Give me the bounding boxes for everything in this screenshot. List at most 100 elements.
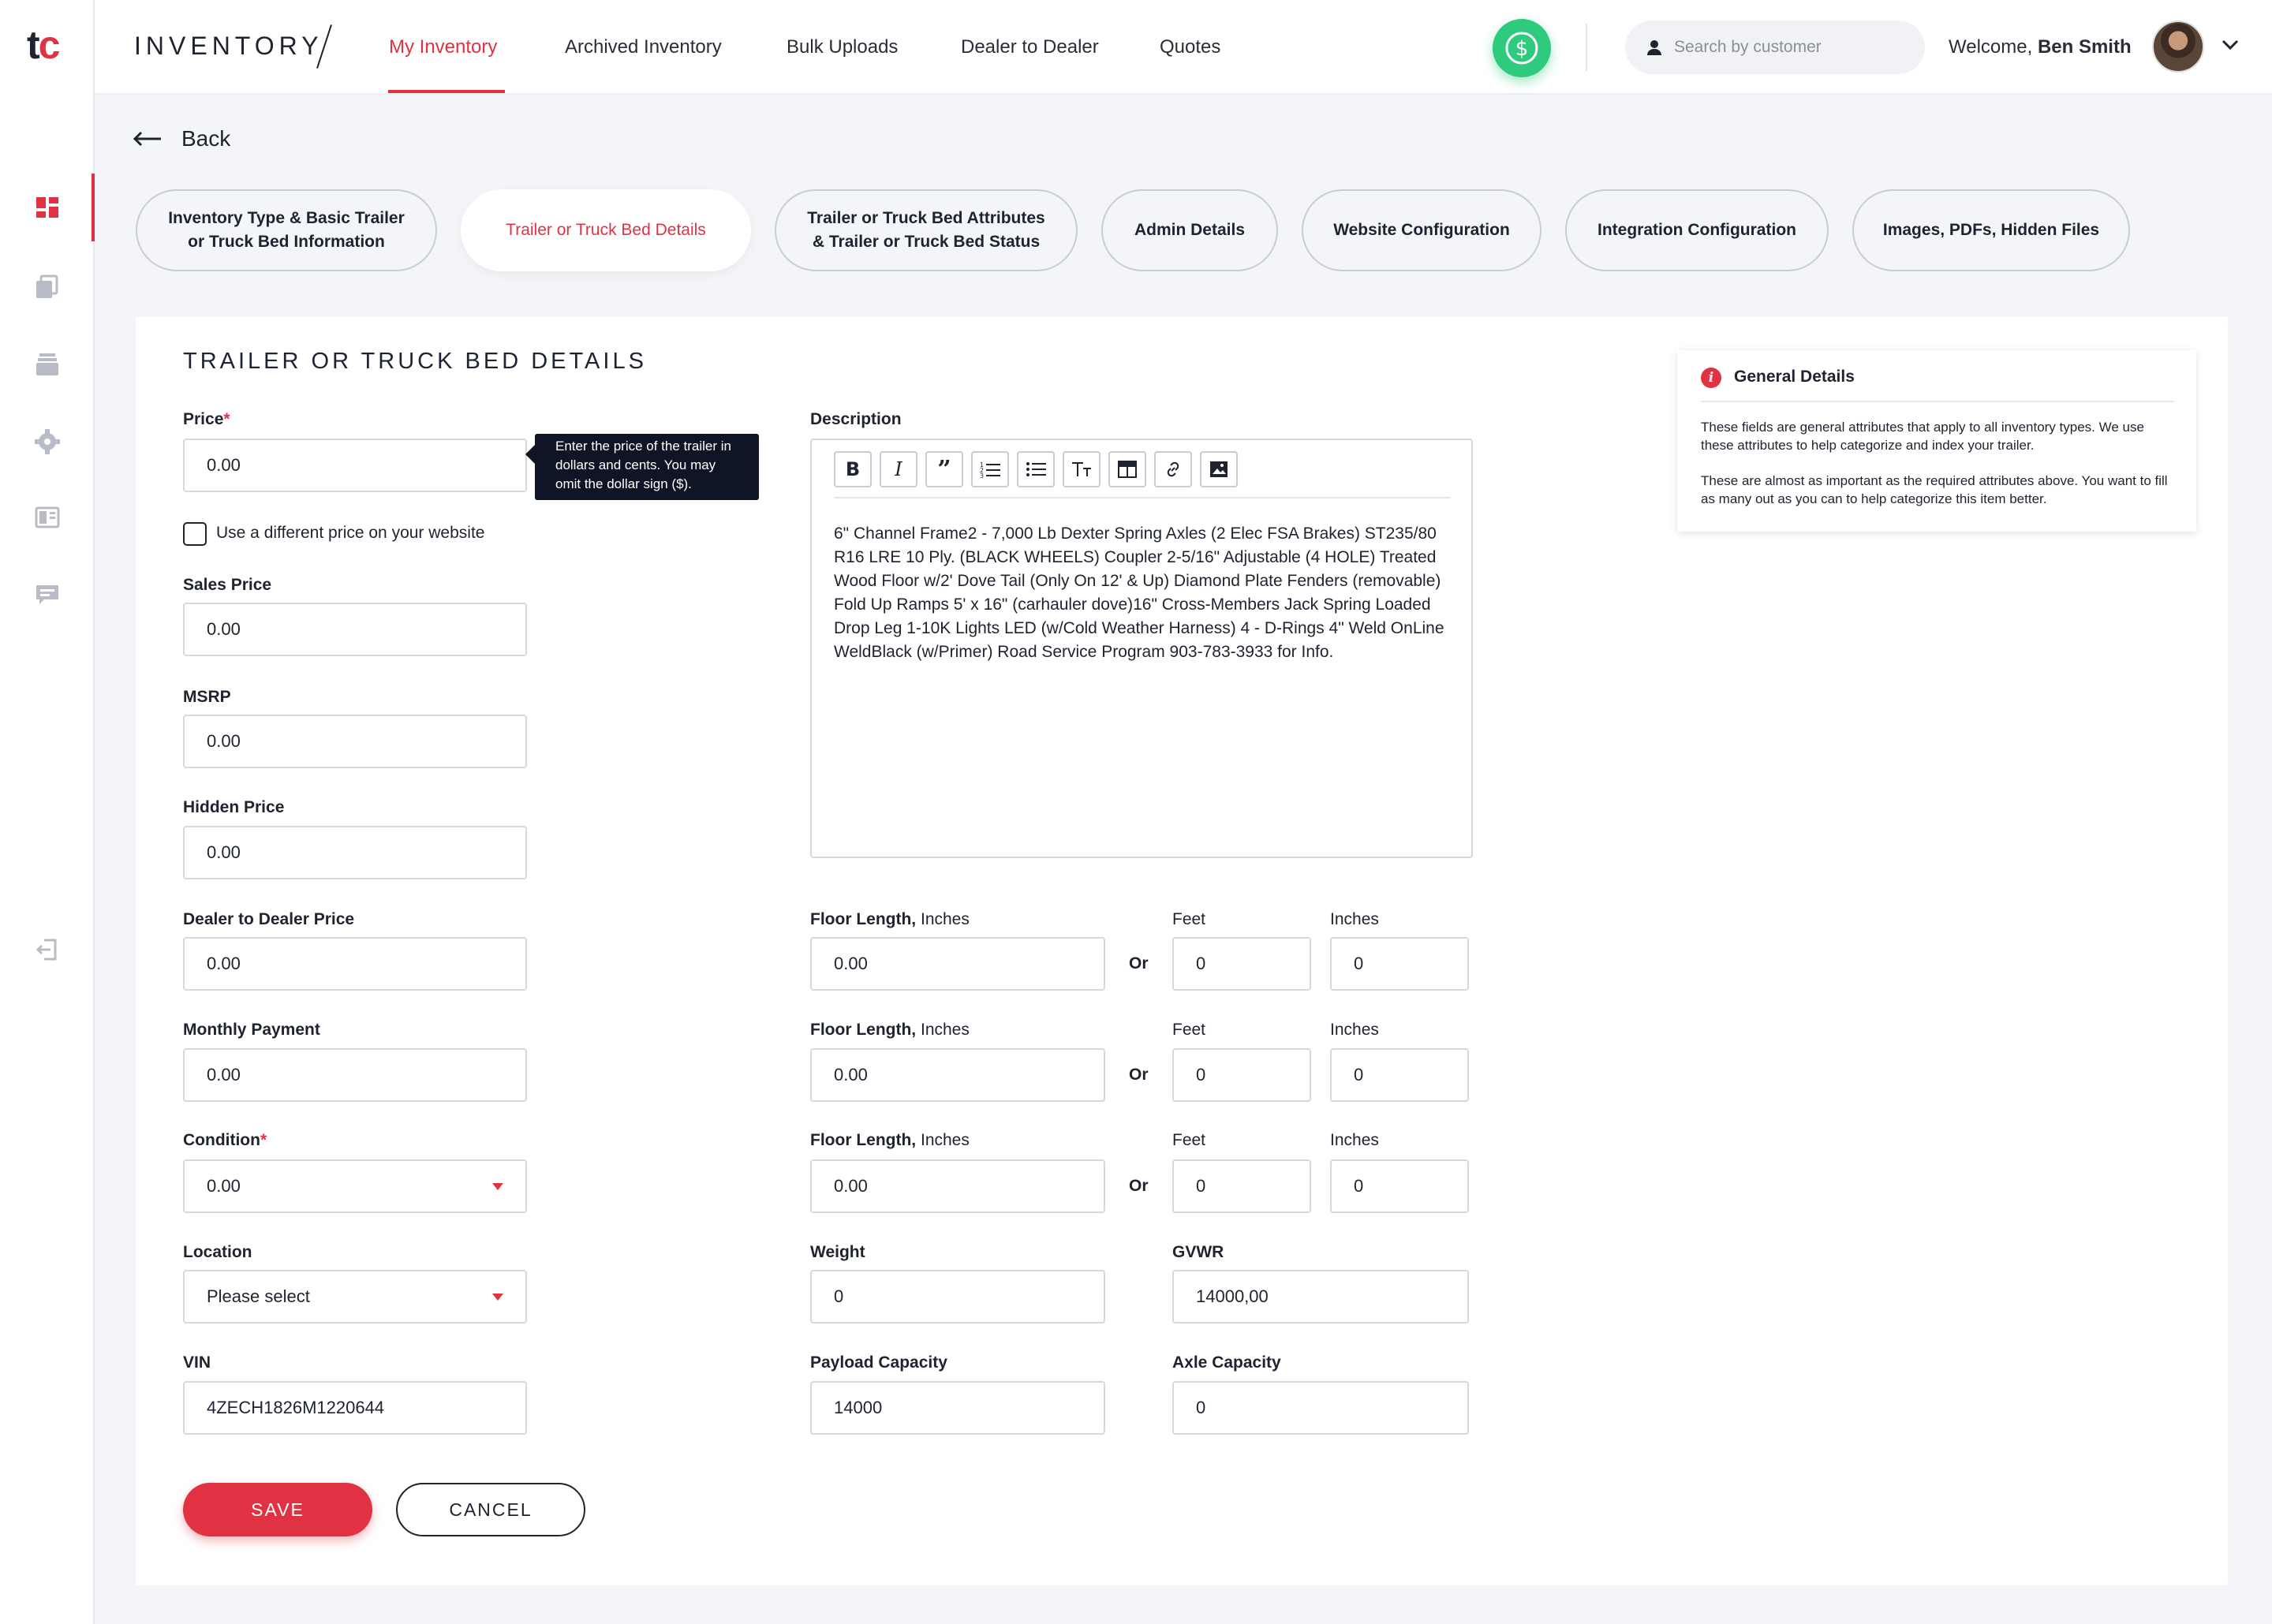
floor-length-inches-input[interactable]: 0.00 [810,1048,1105,1102]
different-price-checkbox[interactable] [183,522,207,546]
nav-quotes[interactable]: Quotes [1160,36,1220,58]
search-box[interactable] [1625,21,1925,74]
msrp-input[interactable]: 0.00 [183,715,527,768]
or-label: Or [1129,1177,1149,1195]
sales-price-input[interactable]: 0.00 [183,603,527,656]
search-input[interactable] [1674,38,1911,57]
feet-input[interactable]: 0 [1172,1048,1311,1102]
section-title: TRAILER OR TRUCK BED DETAILS [183,349,647,374]
condition-select[interactable]: 0.00 [183,1159,527,1213]
image-icon[interactable] [1200,451,1238,487]
inches-label: Inches [1330,1021,1379,1039]
inches-label: Inches [1330,910,1379,928]
payload-label: Payload Capacity [810,1353,947,1372]
or-label: Or [1129,1066,1149,1084]
user-name: Ben Smith [2037,36,2132,58]
dollar-button[interactable]: $ [1493,19,1551,77]
location-select[interactable]: Please select [183,1270,527,1323]
inches-input[interactable]: 0 [1330,1048,1469,1102]
nav-my-inventory[interactable]: My Inventory [389,36,497,58]
quote-icon[interactable]: ” [925,451,963,487]
msrp-label: MSRP [183,688,231,706]
inventory-copy-icon[interactable] [33,273,62,301]
avatar[interactable] [2152,21,2204,73]
dashboard-icon[interactable] [33,192,62,221]
nav-bulk-uploads[interactable]: Bulk Uploads [787,36,898,58]
payload-input[interactable]: 14000 [810,1381,1105,1435]
description-text[interactable]: 6" Channel Frame2 - 7,000 Lb Dexter Spri… [834,522,1452,664]
gvwr-input[interactable]: 14000,00 [1172,1270,1469,1323]
nav-active-underline [388,90,505,93]
floor-length-label: Floor Length, Inches [810,1021,970,1039]
dropdown-arrow-icon [492,1294,503,1301]
feet-label: Feet [1172,910,1206,928]
save-button[interactable]: SAVE [183,1483,372,1536]
monthly-payment-input[interactable]: 0.00 [183,1048,527,1102]
logo[interactable]: tc [27,22,60,68]
price-label: Price* [183,410,230,428]
general-details-title: General Details [1734,368,1855,386]
monthly-payment-label: Monthly Payment [183,1021,320,1039]
table-icon[interactable] [1108,451,1146,487]
info-icon: i [1701,368,1721,388]
chat-icon[interactable] [33,581,62,609]
italic-icon[interactable]: I [880,451,917,487]
tab-admin-details[interactable]: Admin Details [1101,189,1278,271]
bullet-list-icon[interactable] [1017,451,1055,487]
sales-price-label: Sales Price [183,576,272,594]
tab-website-configuration[interactable]: Website Configuration [1302,189,1541,271]
info-paragraph-2: These are almost as important as the req… [1701,473,2168,506]
different-price-label: Use a different price on your website [216,524,485,542]
svg-text:3: 3 [980,472,984,478]
vin-input[interactable]: 4ZECH1826M1220644 [183,1381,527,1435]
dollar-icon: $ [1505,32,1538,65]
text-size-icon[interactable] [1063,451,1100,487]
ordered-list-icon[interactable]: 123 [971,451,1009,487]
price-tooltip: Enter the price of the trailer in dollar… [525,434,759,500]
tab-trailer-attributes[interactable]: Trailer or Truck Bed Attributes & Trailer… [775,189,1078,271]
hidden-price-input[interactable]: 0.00 [183,826,527,879]
back-button[interactable]: Back [133,126,230,151]
feet-input[interactable]: 0 [1172,937,1311,991]
tab-integration-configuration[interactable]: Integration Configuration [1565,189,1829,271]
logout-icon[interactable] [33,935,62,964]
weight-input[interactable]: 0 [810,1270,1105,1323]
tab-inventory-type[interactable]: Inventory Type & Basic Trailer or Truck B… [136,189,437,271]
tab-images-pdfs[interactable]: Images, PDFs, Hidden Files [1852,189,2130,271]
floor-length-inches-input[interactable]: 0.00 [810,937,1105,991]
catalog-icon[interactable] [33,503,62,532]
or-label: Or [1129,954,1149,973]
description-editor[interactable]: B I ” 123 6" Channel Frame2 - 7,000 Lb D… [810,439,1473,858]
gear-icon[interactable] [33,427,62,456]
top-bar: INVENTORY My Inventory Archived Inventor… [95,0,2272,95]
general-details-header: i General Details [1701,368,2174,402]
nav-archived-inventory[interactable]: Archived Inventory [565,36,722,58]
welcome-text: Welcome, Ben Smith [1949,36,2132,58]
axle-capacity-input[interactable]: 0 [1172,1381,1469,1435]
tab-trailer-details[interactable]: Trailer or Truck Bed Details [461,189,751,271]
gvwr-label: GVWR [1172,1243,1224,1261]
location-label: Location [183,1243,252,1261]
dealer-price-label: Dealer to Dealer Price [183,910,355,928]
feet-input[interactable]: 0 [1172,1159,1311,1213]
info-paragraph-1: These fields are general attributes that… [1701,420,2144,453]
price-input[interactable]: 0.00 [183,439,527,492]
top-divider [1586,24,1587,71]
feet-label: Feet [1172,1131,1206,1149]
editor-toolbar: B I ” 123 [834,451,1451,498]
chevron-down-icon[interactable] [2220,35,2240,55]
inches-input[interactable]: 0 [1330,937,1469,991]
condition-label: Condition* [183,1131,267,1149]
sidebar-active-indicator [92,174,95,241]
general-details-panel: i General Details These fields are gener… [1677,350,2196,532]
cancel-button[interactable]: CANCEL [396,1483,585,1536]
link-icon[interactable] [1154,451,1192,487]
floor-length-inches-input[interactable]: 0.00 [810,1159,1105,1213]
inches-input[interactable]: 0 [1330,1159,1469,1213]
axle-capacity-label: Axle Capacity [1172,1353,1281,1372]
bold-icon[interactable]: B [834,451,872,487]
archive-icon[interactable] [33,350,62,379]
dealer-price-input[interactable]: 0.00 [183,937,527,991]
nav-dealer-to-dealer[interactable]: Dealer to Dealer [961,36,1099,58]
dropdown-arrow-icon [492,1183,503,1190]
